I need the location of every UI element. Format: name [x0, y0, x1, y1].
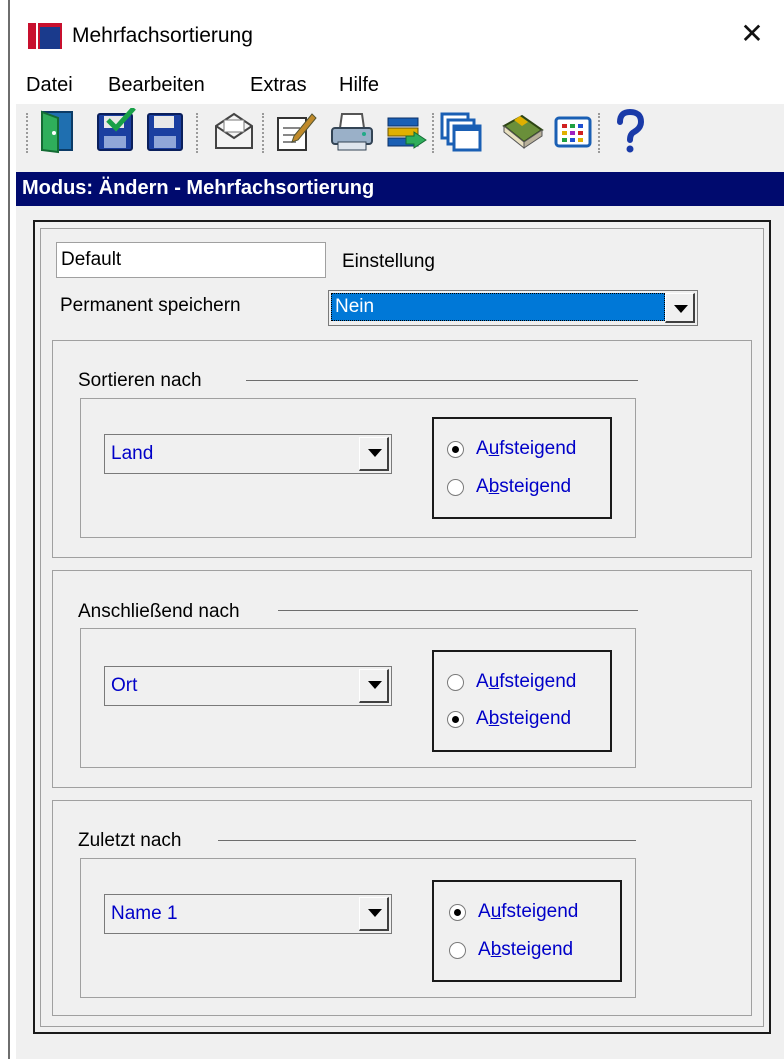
radio-descending-3[interactable] — [449, 942, 466, 959]
menu-extras[interactable]: Extras — [250, 74, 307, 97]
chevron-down-icon[interactable] — [359, 669, 389, 703]
sort-direction-box-2 — [432, 650, 612, 752]
windows-icon[interactable] — [440, 108, 484, 154]
setting-name-label: Einstellung — [342, 251, 435, 272]
save-check-icon[interactable] — [94, 106, 138, 154]
toolbar-separator — [26, 113, 32, 153]
sort-field-value-2: Ort — [111, 675, 138, 696]
chevron-down-icon[interactable] — [359, 897, 389, 931]
window-title: Mehrfachsortierung — [72, 24, 253, 47]
menu-bearbeiten[interactable]: Bearbeiten — [108, 74, 205, 97]
radio-ascending-3[interactable] — [449, 904, 466, 921]
setting-name-input[interactable]: Default — [56, 242, 326, 278]
group-divider — [246, 380, 638, 381]
radio-ascending-label-2[interactable]: Aufsteigend — [476, 671, 576, 693]
radio-ascending-1[interactable] — [447, 441, 464, 458]
permanent-save-select[interactable]: Nein — [328, 290, 698, 326]
sort-field-select-2[interactable]: Ort — [104, 666, 392, 706]
menu-hilfe[interactable]: Hilfe — [339, 74, 379, 97]
printer-icon[interactable] — [330, 108, 374, 154]
toolbar-separator — [598, 113, 604, 153]
sort-field-select-3[interactable]: Name 1 — [104, 894, 392, 934]
mode-bar-text: Modus: Ändern - Mehrfachsortierung — [22, 177, 375, 199]
toolbar-separator — [196, 113, 202, 153]
toolbar-separator — [432, 113, 438, 153]
chevron-down-icon[interactable] — [665, 293, 695, 323]
radio-descending-1[interactable] — [447, 479, 464, 496]
radio-descending-label-2[interactable]: Absteigend — [476, 708, 571, 730]
sort-direction-box-3 — [432, 880, 622, 982]
desktop-divider — [8, 0, 10, 1059]
group-divider — [278, 610, 638, 611]
sort-field-value-3: Name 1 — [111, 903, 178, 924]
export-icon[interactable] — [384, 108, 428, 154]
exit-door-icon[interactable] — [36, 108, 80, 154]
mail-icon[interactable] — [212, 108, 256, 154]
radio-ascending-label-1[interactable]: Aufsteigend — [476, 438, 576, 460]
selection-highlight — [331, 293, 665, 321]
table-icon[interactable] — [552, 108, 596, 154]
sort-direction-box-1 — [432, 417, 612, 519]
help-icon[interactable] — [608, 108, 652, 154]
radio-descending-label-1[interactable]: Absteigend — [476, 476, 571, 498]
menu-datei[interactable]: Datei — [26, 74, 73, 97]
sort-field-select-1[interactable]: Land — [104, 434, 392, 474]
save-icon[interactable] — [144, 108, 188, 154]
app-icon — [28, 23, 62, 49]
sort-group-3-heading: Zuletzt nach — [78, 830, 182, 852]
sort-field-value-1: Land — [111, 443, 154, 464]
sort-group-1-heading: Sortieren nach — [78, 370, 202, 392]
radio-ascending-2[interactable] — [447, 674, 464, 691]
edit-document-icon[interactable] — [274, 108, 318, 154]
group-divider — [218, 840, 636, 841]
radio-descending-label-3[interactable]: Absteigend — [478, 939, 573, 961]
radio-descending-2[interactable] — [447, 711, 464, 728]
book-icon[interactable] — [500, 108, 544, 154]
close-button[interactable]: ✕ — [732, 14, 772, 54]
permanent-save-value: Nein — [335, 296, 375, 317]
toolbar-separator — [262, 113, 268, 153]
radio-ascending-label-3[interactable]: Aufsteigend — [478, 901, 578, 923]
chevron-down-icon[interactable] — [359, 437, 389, 471]
permanent-save-label: Permanent speichern — [60, 295, 241, 316]
sort-group-2-heading: Anschließend nach — [78, 601, 240, 623]
